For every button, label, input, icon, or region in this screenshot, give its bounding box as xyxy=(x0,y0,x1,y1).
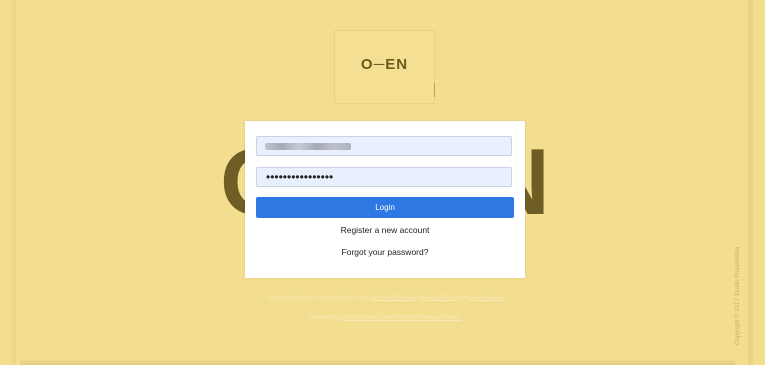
logo-tick xyxy=(434,83,435,97)
copyright-text: Copyright © 2017 Studio Placeholder xyxy=(735,246,741,345)
login-button[interactable]: Login xyxy=(256,197,514,218)
register-link[interactable]: Register a new account xyxy=(245,225,525,235)
powered-prefix: Powered by xyxy=(308,315,341,321)
logo-tile: O─EN xyxy=(334,30,435,104)
legal-link[interactable]: Legal Notice xyxy=(470,295,503,301)
email-field[interactable] xyxy=(256,136,512,156)
terms-notice: By proceeding you are agreeing to our Te… xyxy=(267,295,503,301)
right-frame-edge xyxy=(748,0,753,365)
terms-link[interactable]: Terms of Service xyxy=(371,295,416,301)
privacy-link[interactable]: Privacy Policy xyxy=(419,295,456,301)
password-field[interactable]: •••••••••••••••• xyxy=(256,167,512,187)
password-dots: •••••••••••••••• xyxy=(266,170,334,184)
login-card: •••••••••••••••• Login Register a new ac… xyxy=(245,121,525,278)
bottom-shadow xyxy=(20,359,735,365)
left-frame-edge xyxy=(12,0,16,365)
forgot-password-link[interactable]: Forgot your password? xyxy=(245,247,525,257)
terms-and: and xyxy=(457,295,468,301)
powered-by-notice: Powered by Open Source Cloud Platform Pa… xyxy=(245,315,525,321)
redacted-email-value xyxy=(265,143,351,150)
powered-link[interactable]: Open Source Cloud Platform Package Name xyxy=(342,315,461,321)
logo-key-icon: O─EN xyxy=(360,56,409,73)
terms-prefix: By proceeding you are agreeing to our xyxy=(267,295,370,301)
